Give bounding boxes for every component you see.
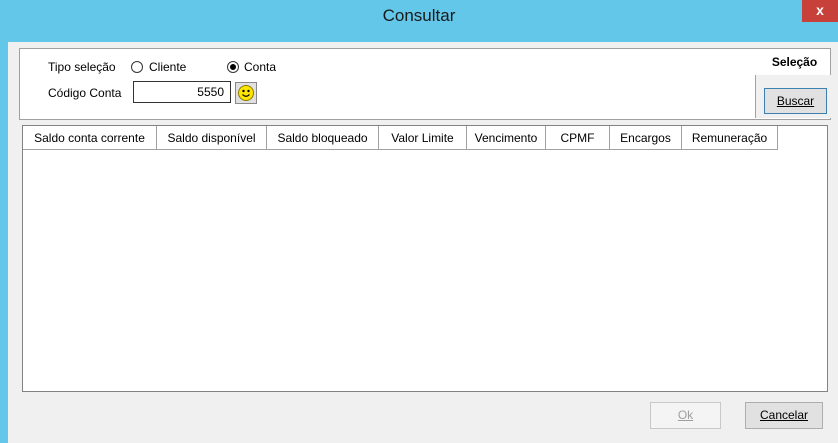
codigo-conta-label: Código Conta xyxy=(48,86,122,100)
col-saldo-conta-corrente[interactable]: Saldo conta corrente xyxy=(23,126,157,150)
col-saldo-bloqueado[interactable]: Saldo bloqueado xyxy=(267,126,379,150)
radio-conta[interactable] xyxy=(227,61,239,73)
buscar-button[interactable]: Buscar xyxy=(764,88,827,114)
smiley-icon xyxy=(238,85,254,101)
cancel-label: Cancelar xyxy=(759,408,809,422)
results-grid[interactable]: Saldo conta corrente Saldo disponível Sa… xyxy=(22,125,828,392)
close-button[interactable]: x xyxy=(802,0,838,22)
title-bar: Consultar x xyxy=(0,0,838,34)
radio-cliente[interactable] xyxy=(131,61,143,73)
col-encargos[interactable]: Encargos xyxy=(610,126,682,150)
lookup-button[interactable] xyxy=(235,82,257,104)
col-saldo-disponivel[interactable]: Saldo disponível xyxy=(157,126,267,150)
col-vencimento[interactable]: Vencimento xyxy=(467,126,546,150)
codigo-conta-input[interactable]: 5550 xyxy=(133,81,231,103)
col-valor-limite[interactable]: Valor Limite xyxy=(379,126,467,150)
window-title: Consultar xyxy=(382,6,456,25)
grid-header: Saldo conta corrente Saldo disponível Sa… xyxy=(23,126,778,150)
tipo-selecao-label: Tipo seleção xyxy=(48,60,116,74)
col-cpmf[interactable]: CPMF xyxy=(546,126,610,150)
buscar-label: Buscar xyxy=(776,94,815,108)
ok-label: Ok xyxy=(677,408,694,422)
radio-cliente-label[interactable]: Cliente xyxy=(149,60,186,74)
ok-button[interactable]: Ok xyxy=(650,402,721,429)
cancel-button[interactable]: Cancelar xyxy=(745,402,823,429)
col-remuneracao[interactable]: Remuneração xyxy=(682,126,778,150)
radio-conta-label[interactable]: Conta xyxy=(244,60,276,74)
selection-tab[interactable]: Seleção xyxy=(760,52,829,72)
